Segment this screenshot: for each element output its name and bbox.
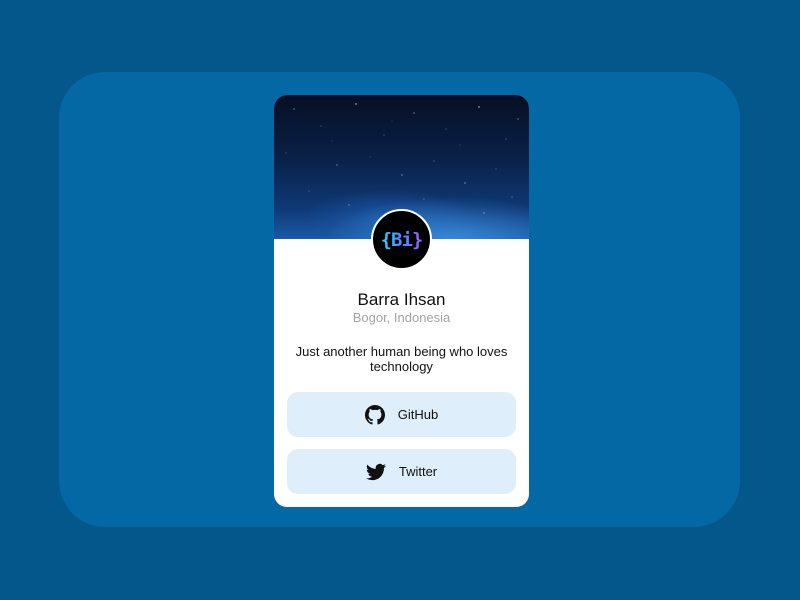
twitter-icon	[365, 463, 386, 480]
profile-name: Barra Ihsan	[357, 290, 446, 309]
github-label: GitHub	[397, 407, 439, 422]
github-icon	[364, 404, 385, 425]
avatar: {Bi}	[371, 209, 432, 270]
profile-card: {Bi} Barra Ihsan Bogor, Indonesia Just a…	[274, 95, 529, 507]
profile-bio: Just another human being who loves techn…	[295, 344, 508, 374]
github-button[interactable]: GitHub	[287, 392, 516, 437]
avatar-logo: {Bi}	[380, 228, 424, 251]
twitter-label: Twitter	[398, 464, 438, 479]
profile-location: Bogor, Indonesia	[352, 310, 451, 325]
twitter-button[interactable]: Twitter	[287, 449, 516, 494]
